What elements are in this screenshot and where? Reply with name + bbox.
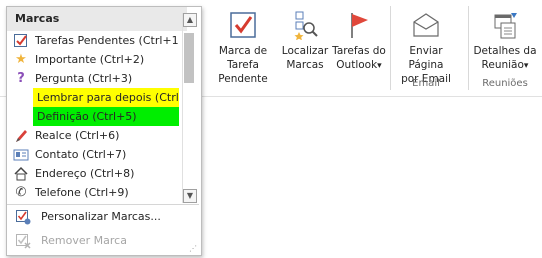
group-label-email: Email <box>412 78 440 89</box>
group-label-meetings: Reuniões <box>482 78 528 89</box>
checkbox-icon <box>14 34 27 47</box>
tag-label: Lembrar para depois (Ctrl+4) <box>33 88 179 107</box>
customize-tags-label: Personalizar Marcas... <box>41 210 161 223</box>
email-page-line1: Enviar Página <box>408 45 444 71</box>
tag-item-question[interactable]: ? Pergunta (Ctrl+3) <box>7 69 179 88</box>
task-tag-line2: Pendente <box>218 73 268 85</box>
tag-label: Pergunta (Ctrl+3) <box>35 72 133 85</box>
outlook-tasks-line1: Tarefas do <box>332 45 386 57</box>
scroll-down-icon[interactable]: ▼ <box>183 189 197 203</box>
email-page-button[interactable]: Enviar Página por Email <box>393 4 459 86</box>
task-tag-button[interactable]: Marca de Tarefa Pendente <box>206 4 280 86</box>
scroll-up-icon[interactable]: ▲ <box>183 13 197 27</box>
tag-item-highlight[interactable]: Realce (Ctrl+6) <box>7 126 179 145</box>
tag-label: Endereço (Ctrl+8) <box>35 167 135 180</box>
task-flag-check-icon <box>230 12 256 38</box>
meeting-details-icon <box>494 13 517 39</box>
remove-tag-item[interactable]: Remover Marca <box>7 229 199 253</box>
tag-label: Realce (Ctrl+6) <box>35 129 120 142</box>
tags-list: Tarefas Pendentes (Ctrl+1) ★ Importante … <box>7 31 179 201</box>
tag-label: Contato (Ctrl+7) <box>35 148 127 161</box>
find-tags-button[interactable]: Localizar Marcas <box>280 4 330 72</box>
tag-item-todo[interactable]: Tarefas Pendentes (Ctrl+1) <box>7 31 179 50</box>
envelope-icon <box>413 13 439 37</box>
tags-footer: Personalizar Marcas... Remover Marca <box>7 204 199 253</box>
contact-card-icon <box>13 149 29 161</box>
remove-tag-label: Remover Marca <box>41 234 127 247</box>
find-tags-icon <box>294 11 318 40</box>
tag-label: Definição (Ctrl+5) <box>33 107 179 126</box>
tags-header: Marcas <box>7 7 187 31</box>
outlook-tasks-button[interactable]: Tarefas do Outlook▾ <box>331 4 387 73</box>
meeting-details-button[interactable]: Detalhes da Reunião▾ <box>472 4 538 73</box>
tag-item-phone[interactable]: ✆ Telefone (Ctrl+9) <box>7 183 179 201</box>
outlook-flag-icon <box>351 13 368 38</box>
task-tag-line1: Marca de Tarefa <box>218 45 268 71</box>
tag-item-definition[interactable]: Definição (Ctrl+5) <box>7 107 179 126</box>
customize-tags-icon <box>16 210 31 225</box>
tag-label: Telefone (Ctrl+9) <box>35 186 129 199</box>
tag-item-address[interactable]: Endereço (Ctrl+8) <box>7 164 179 183</box>
star-icon: ★ <box>15 52 27 67</box>
chevron-down-icon: ▾ <box>523 61 529 71</box>
resize-grip-icon[interactable]: ⋰ <box>189 244 197 253</box>
ribbon-separator <box>390 6 391 90</box>
house-icon <box>14 166 28 181</box>
phone-icon: ✆ <box>15 185 27 200</box>
highlighter-icon <box>16 130 27 142</box>
tags-scrollbar[interactable]: ▲ ▼ <box>182 13 197 203</box>
find-tags-line1: Localizar <box>281 45 329 57</box>
scroll-thumb[interactable] <box>184 33 194 83</box>
tag-label: Tarefas Pendentes (Ctrl+1) <box>35 34 179 47</box>
tag-label: Importante (Ctrl+2) <box>35 53 145 66</box>
meeting-details-line1: Detalhes da <box>473 45 537 57</box>
ribbon-separator <box>468 6 469 90</box>
tag-item-important[interactable]: ★ Importante (Ctrl+2) <box>7 50 179 69</box>
tags-dropdown: Marcas Tarefas Pendentes (Ctrl+1) ★ Impo… <box>6 6 202 256</box>
tag-item-remember[interactable]: Lembrar para depois (Ctrl+4) <box>7 88 179 107</box>
tag-item-contact[interactable]: Contato (Ctrl+7) <box>7 145 179 164</box>
customize-tags-item[interactable]: Personalizar Marcas... <box>7 205 199 229</box>
question-icon: ? <box>17 71 25 86</box>
chevron-down-icon: ▾ <box>377 61 382 71</box>
remove-tag-icon <box>16 234 31 249</box>
outlook-tasks-line2: Outlook▾ <box>336 59 382 71</box>
meeting-details-line2: Reunião▾ <box>481 59 529 71</box>
find-tags-line2: Marcas <box>286 59 324 71</box>
